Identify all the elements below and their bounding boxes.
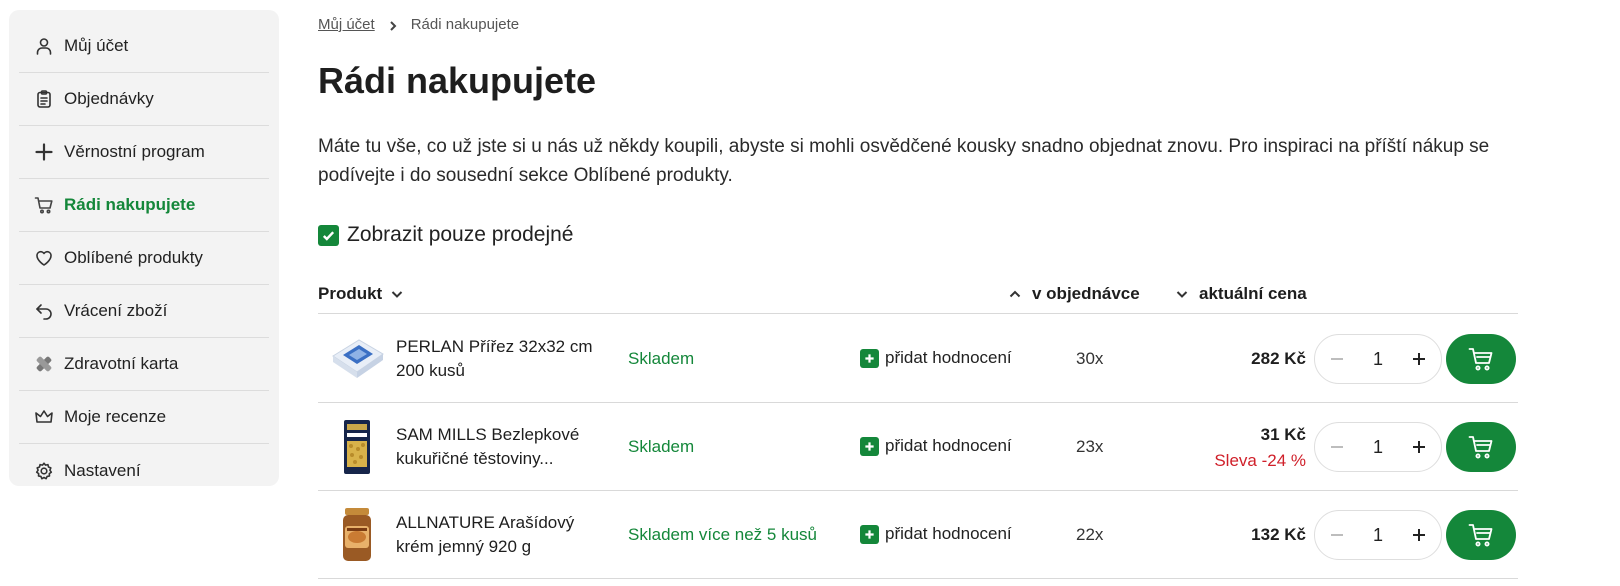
- increase-quantity-button[interactable]: [1409, 525, 1429, 545]
- heart-icon: [33, 247, 55, 269]
- plus-icon: [860, 436, 879, 456]
- product-image[interactable]: [328, 417, 386, 477]
- current-price: 132 Kč: [1251, 525, 1306, 544]
- sidebar-item-favorite-products[interactable]: Oblíbené produkty: [19, 232, 269, 285]
- sidebar-item-label: Zdravotní karta: [64, 354, 179, 373]
- sidebar-item-label: Nastavení: [64, 460, 141, 480]
- add-rating-button[interactable]: přidat hodnocení: [860, 436, 1012, 456]
- sidebar-item-orders[interactable]: Objednávky: [19, 73, 269, 126]
- add-rating-label: přidat hodnocení: [885, 524, 1012, 543]
- add-rating-button[interactable]: přidat hodnocení: [860, 348, 1012, 368]
- sidebar-item-health-card[interactable]: Zdravotní karta: [19, 338, 269, 391]
- filter-label: Zobrazit pouze prodejné: [347, 223, 574, 246]
- product-name[interactable]: SAM MILLS Bezlepkové kukuřičné těstoviny…: [396, 423, 596, 471]
- increase-quantity-button[interactable]: [1409, 437, 1429, 457]
- cart-icon: [1468, 524, 1493, 547]
- sidebar-item-label: Objednávky: [64, 89, 154, 108]
- table-row: SAM MILLS Bezlepkové kukuřičné těstoviny…: [318, 403, 1518, 491]
- add-to-cart-button[interactable]: [1446, 334, 1516, 384]
- chevron-right-icon: [387, 19, 399, 31]
- column-header-orders: v objednávce: [1032, 284, 1140, 303]
- return-icon: [33, 300, 55, 322]
- breadcrumb-current: Rádi nakupujete: [410, 16, 520, 33]
- cart-icon: [1468, 436, 1493, 459]
- breadcrumb: Můj účet Rádi nakupujete: [318, 16, 519, 33]
- order-count: 23x: [1076, 437, 1104, 456]
- crown-icon: [33, 406, 55, 428]
- chevron-up-icon: [1009, 290, 1021, 298]
- table-row: ALLNATURE Arašídový krém jemný 920 g Skl…: [318, 491, 1518, 579]
- sidebar-item-label: Oblíbené produkty: [64, 248, 203, 267]
- sidebar-item-label: Věrnostní program: [64, 142, 205, 161]
- column-header-price: aktuální cena: [1199, 284, 1307, 303]
- add-to-cart-button[interactable]: [1446, 510, 1516, 560]
- column-header-product: Produkt: [318, 284, 383, 303]
- gear-icon: [33, 460, 55, 482]
- quantity-stepper: 1: [1314, 422, 1442, 472]
- stock-status: Skladem: [628, 437, 695, 456]
- sidebar-item-loyalty[interactable]: Věrnostní program: [19, 126, 269, 179]
- current-price: 282 Kč: [1251, 349, 1306, 368]
- filter-sellable-only[interactable]: Zobrazit pouze prodejné: [318, 223, 573, 247]
- account-sidebar: Můj účet Objednávky Věrnostní program Rá…: [9, 10, 279, 486]
- page-title: Rádi nakupujete: [318, 60, 597, 101]
- plus-icon: [33, 141, 55, 163]
- quantity-value[interactable]: 1: [1373, 525, 1383, 546]
- sidebar-item-favorite-purchases[interactable]: Rádi nakupujete: [19, 179, 269, 232]
- quantity-stepper: 1: [1314, 334, 1442, 384]
- order-count: 30x: [1076, 349, 1104, 368]
- quantity-stepper: 1: [1314, 510, 1442, 560]
- increase-quantity-button[interactable]: [1409, 349, 1429, 369]
- decrease-quantity-button[interactable]: [1327, 437, 1347, 457]
- cart-icon: [33, 194, 55, 216]
- sidebar-item-reviews[interactable]: Moje recenze: [19, 391, 269, 444]
- sidebar-item-label: Moje recenze: [64, 407, 167, 426]
- quantity-value[interactable]: 1: [1373, 437, 1383, 458]
- quantity-value[interactable]: 1: [1373, 349, 1383, 370]
- plus-icon: [860, 348, 879, 368]
- sidebar-item-returns[interactable]: Vrácení zboží: [19, 285, 269, 338]
- table-row: PERLAN Přířez 32x32 cm 200 kusů Skladem …: [318, 315, 1518, 403]
- chevron-down-icon: [1176, 291, 1188, 298]
- page-intro: Máte tu vše, co už jste si u nás už někd…: [318, 136, 1490, 186]
- product-name[interactable]: PERLAN Přířez 32x32 cm 200 kusů: [396, 335, 596, 383]
- sort-by-product[interactable]: Produkt: [318, 284, 404, 304]
- add-to-cart-button[interactable]: [1446, 422, 1516, 472]
- user-icon: [33, 35, 55, 57]
- add-rating-label: přidat hodnocení: [885, 348, 1012, 367]
- sidebar-item-label: Můj účet: [64, 36, 129, 55]
- plus-icon: [860, 524, 879, 544]
- product-image[interactable]: [328, 329, 386, 389]
- stock-status: Skladem: [628, 349, 695, 368]
- product-image[interactable]: [328, 505, 386, 565]
- health-card-icon: [33, 353, 55, 375]
- checkbox-checked[interactable]: [318, 224, 339, 246]
- clipboard-icon: [33, 88, 55, 110]
- current-price: 31 Kč: [1260, 425, 1306, 444]
- add-rating-label: přidat hodnocení: [885, 436, 1012, 455]
- sidebar-item-label: Vrácení zboží: [64, 301, 168, 320]
- decrease-quantity-button[interactable]: [1327, 525, 1347, 545]
- cart-icon: [1468, 348, 1493, 371]
- discount-badge: Sleva -24 %: [1214, 451, 1306, 470]
- chevron-down-icon: [392, 291, 403, 298]
- sidebar-item-settings[interactable]: Nastavení: [19, 444, 269, 497]
- add-rating-button[interactable]: přidat hodnocení: [860, 524, 1012, 544]
- product-name[interactable]: ALLNATURE Arašídový krém jemný 920 g: [396, 511, 596, 559]
- breadcrumb-link-my-account[interactable]: Můj účet: [318, 16, 375, 33]
- checkmark-icon: [322, 230, 335, 241]
- sort-by-orders[interactable]: v objednávce: [1008, 284, 1140, 304]
- table-header: Produkt v objednávce aktuální cena: [318, 280, 1518, 314]
- sidebar-item-my-account[interactable]: Můj účet: [19, 20, 269, 73]
- decrease-quantity-button[interactable]: [1327, 349, 1347, 369]
- order-count: 22x: [1076, 525, 1104, 544]
- sort-by-price[interactable]: aktuální cena: [1175, 284, 1307, 304]
- stock-status: Skladem více než 5 kusů: [628, 525, 817, 544]
- sidebar-item-label: Rádi nakupujete: [64, 195, 196, 214]
